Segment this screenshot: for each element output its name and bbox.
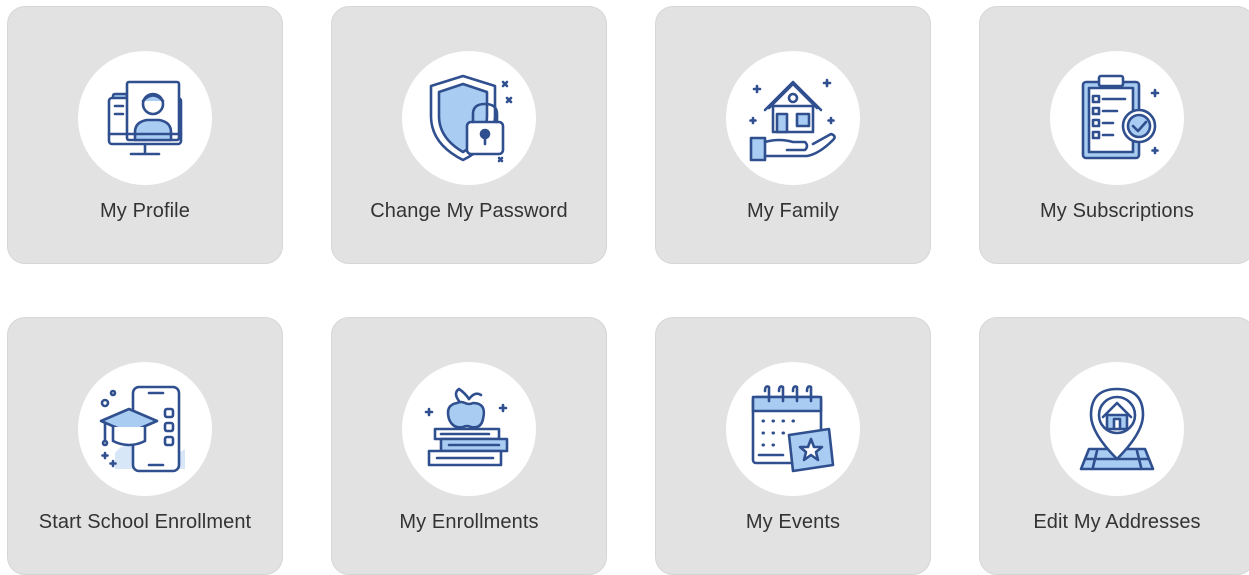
icon-circle (78, 51, 212, 185)
tile-label: My Events (745, 511, 841, 533)
house-hand-icon (749, 78, 836, 162)
calendar-star-icon (751, 385, 835, 473)
icon-circle (1050, 362, 1184, 496)
icon-circle (78, 362, 212, 496)
my-profile-tile[interactable]: My Profile (7, 6, 283, 264)
change-my-password-tile[interactable]: Change My Password (331, 6, 607, 264)
icon-circle (402, 362, 536, 496)
icon-circle (726, 362, 860, 496)
my-family-tile[interactable]: My Family (655, 6, 931, 264)
my-events-tile[interactable]: My Events (655, 317, 931, 575)
start-school-enrollment-tile[interactable]: Start School Enrollment (7, 317, 283, 575)
icon-circle (402, 51, 536, 185)
location-pin-house-icon (1079, 387, 1155, 471)
tile-label: My Subscriptions (1040, 200, 1194, 222)
shield-lock-icon (429, 74, 513, 163)
my-enrollments-tile[interactable]: My Enrollments (331, 317, 607, 575)
tile-label: My Family (746, 200, 839, 222)
tile-label: Change My Password (370, 200, 568, 222)
tile-label: Start School Enrollment (38, 511, 252, 533)
graduation-phone-icon (99, 385, 185, 473)
icon-circle (1050, 51, 1184, 185)
clipboard-check-icon (1081, 74, 1160, 160)
edit-my-addresses-tile[interactable]: Edit My Addresses (979, 317, 1249, 575)
tile-label: Edit My Addresses (1033, 511, 1201, 533)
tile-label: My Profile (100, 200, 190, 222)
icon-circle (726, 51, 860, 185)
books-apple-icon (424, 387, 509, 467)
my-subscriptions-tile[interactable]: My Subscriptions (979, 6, 1249, 264)
profile-monitor-icon (107, 80, 183, 156)
tile-label: My Enrollments (399, 511, 539, 533)
